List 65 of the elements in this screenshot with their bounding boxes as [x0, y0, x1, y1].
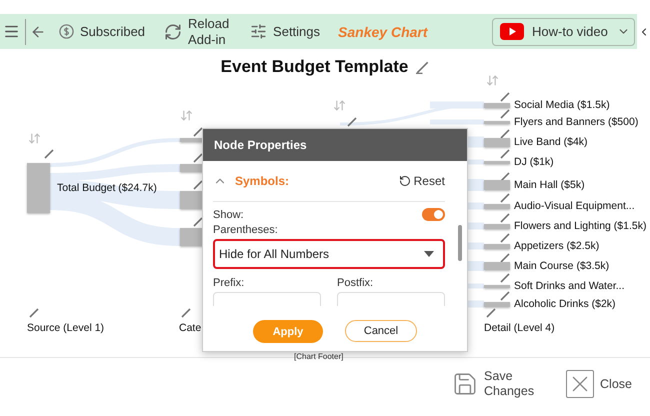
reload-icon	[164, 22, 182, 40]
sankey-node[interactable]	[27, 163, 50, 213]
reset-icon	[398, 175, 411, 187]
node-label: Audio-Visual Equipment...	[514, 200, 635, 212]
sankey-node[interactable]	[484, 138, 510, 146]
level-label: Detail (Level 4)	[484, 322, 555, 334]
level-label: Source (Level 1)	[27, 322, 104, 334]
reload-button[interactable]: Reload Add-in	[164, 16, 236, 48]
node-label: Soft Drinks and Water...	[514, 280, 624, 292]
pencil-icon[interactable]	[193, 217, 203, 227]
pencil-icon[interactable]	[193, 153, 203, 163]
pencil-icon[interactable]	[29, 308, 39, 318]
node-label: Main Hall ($5k)	[514, 179, 585, 191]
close-button[interactable]: Close	[566, 370, 632, 398]
dialog-title: Node Properties	[203, 129, 467, 161]
node-label: DJ ($1k)	[514, 156, 554, 168]
node-label: Alcoholic Drinks ($2k)	[514, 298, 616, 310]
sankey-node[interactable]	[484, 244, 510, 248]
settings-button[interactable]: Settings	[250, 23, 320, 40]
field-label: Show:	[213, 208, 244, 220]
settings-icon	[250, 23, 268, 40]
node-label: Live Band ($4k)	[514, 136, 588, 148]
app-title: Sankey Chart	[338, 24, 428, 40]
reset-button[interactable]: Reset	[398, 174, 445, 188]
sankey-node[interactable]	[484, 102, 510, 108]
pencil-icon[interactable]	[44, 149, 54, 159]
sankey-node[interactable]	[484, 204, 510, 208]
field-label: Postfix:	[337, 277, 374, 289]
show-toggle[interactable]	[422, 208, 445, 221]
menu-button[interactable]	[3, 23, 20, 40]
pencil-icon[interactable]	[416, 60, 430, 74]
node-label: Social Media ($1.5k)	[514, 99, 610, 111]
dollar-icon	[59, 24, 74, 39]
pencil-icon[interactable]	[193, 127, 203, 137]
node-label: Total Budget ($24.7k)	[57, 182, 157, 194]
subscribed-button[interactable]: Subscribed	[59, 24, 146, 39]
how-to-video-button[interactable]: How-to video	[492, 18, 635, 46]
back-button[interactable]	[30, 24, 46, 40]
sankey-node[interactable]	[484, 224, 510, 228]
sankey-node[interactable]	[484, 120, 510, 124]
pencil-icon[interactable]	[500, 172, 510, 182]
pencil-icon[interactable]	[193, 180, 203, 190]
chart-footer: [Chart Footer]	[294, 352, 344, 361]
node-label: Main Course ($3.5k)	[514, 260, 610, 272]
chart-title: Event Budget Template	[220, 57, 408, 77]
play-icon	[500, 23, 524, 40]
sankey-node[interactable]	[484, 302, 510, 306]
menu-icon	[3, 23, 20, 40]
sankey-node[interactable]	[484, 180, 510, 190]
sankey-node[interactable]	[484, 284, 510, 288]
node-label: Flowers and Lighting ($1.5k)	[514, 220, 646, 232]
parentheses-dropdown[interactable]: Hide for All Numbers	[213, 239, 445, 269]
level-label: Cate	[179, 322, 202, 334]
pencil-icon[interactable]	[181, 308, 191, 318]
close-icon	[566, 370, 594, 398]
node-label: Appetizers ($2.5k)	[514, 240, 600, 252]
pencil-icon[interactable]	[347, 117, 357, 127]
field-label: Prefix:	[213, 277, 246, 289]
sankey-node[interactable]	[484, 160, 510, 164]
field-label: Parentheses:	[213, 224, 278, 236]
dropdown-caret-icon	[424, 251, 434, 257]
cancel-button[interactable]: Cancel	[345, 320, 417, 342]
node-label: Flyers and Banners ($500)	[514, 116, 638, 128]
sankey-node[interactable]	[484, 262, 510, 270]
save-changes-button[interactable]: Save Changes	[452, 369, 534, 399]
